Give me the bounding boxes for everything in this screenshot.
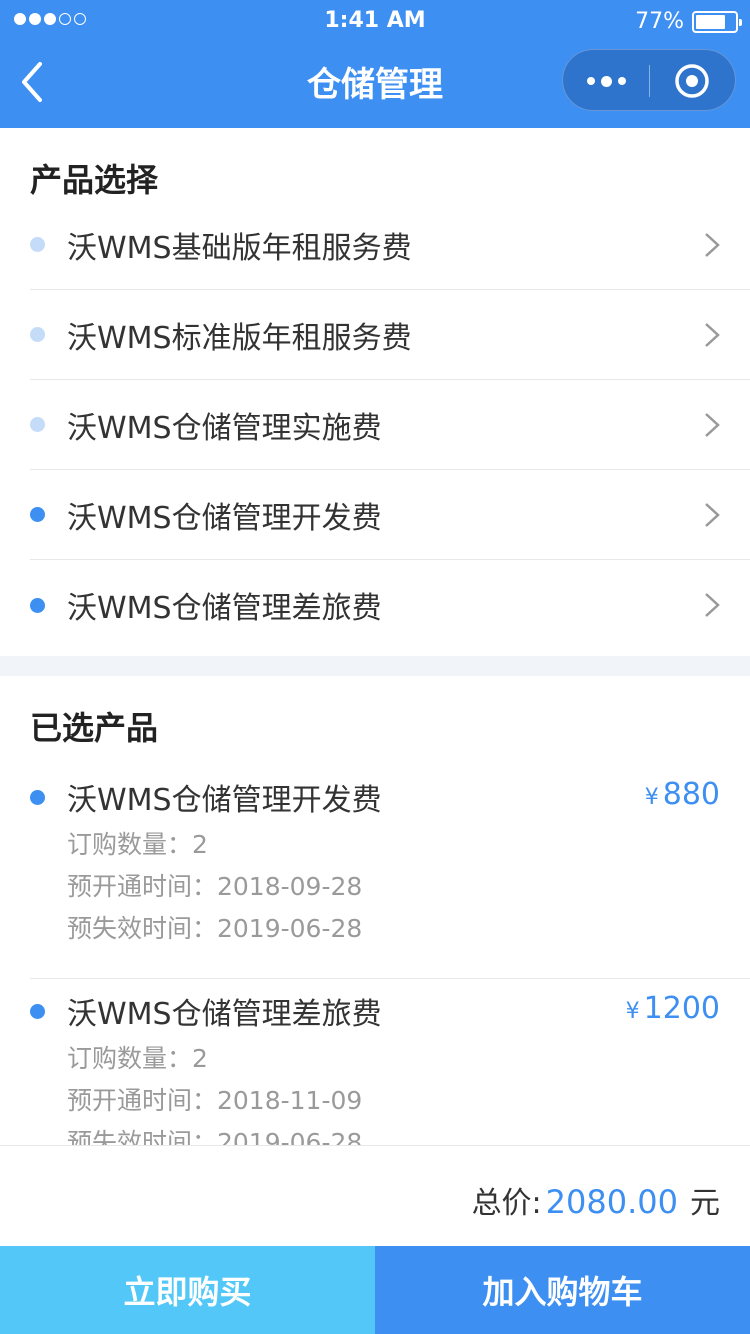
open-time: 预开通时间：2018-11-09 bbox=[67, 1086, 363, 1115]
chevron-right-icon bbox=[705, 323, 720, 347]
more-dot-icon bbox=[617, 77, 626, 85]
product-name: 沃WMS仓储管理实施费 bbox=[67, 410, 382, 446]
section-divider bbox=[0, 656, 750, 676]
bullet-dot bbox=[30, 789, 45, 805]
total-bar: 总价: 2080.00 元 bbox=[0, 1145, 750, 1246]
product-select-heading: 产品选择 bbox=[30, 161, 159, 199]
bullet-dot bbox=[30, 327, 45, 342]
selected-item[interactable]: 沃WMS仓储管理差旅费 ¥1200 订购数量：2 预开通时间：2018-11-0… bbox=[30, 979, 750, 1145]
product-name: 沃WMS仓储管理差旅费 bbox=[67, 591, 382, 626]
currency-symbol: ¥ bbox=[644, 785, 659, 810]
product-item[interactable]: 沃WMS仓储管理实施费 bbox=[30, 380, 750, 470]
bullet-dot bbox=[30, 507, 45, 522]
bullet-dot bbox=[30, 1003, 45, 1019]
product-name: 沃WMS仓储管理开发费 bbox=[67, 500, 382, 536]
total-price: 总价: 2080.00 元 bbox=[472, 1178, 720, 1222]
expire-time: 预失效时间：2019-06-28 bbox=[67, 914, 363, 943]
selected-price: ¥1200 bbox=[626, 991, 720, 1026]
currency-symbol: ¥ bbox=[625, 999, 640, 1024]
total-amount: 2080.00 bbox=[545, 1183, 678, 1221]
open-time: 预开通时间：2018-09-28 bbox=[67, 872, 363, 901]
product-item[interactable]: 沃WMS标准版年租服务费 bbox=[30, 290, 750, 380]
status-bar: 1:41 AM 77% bbox=[0, 0, 750, 40]
expire-time: 预失效时间：2019-06-28 bbox=[67, 1128, 363, 1145]
buy-now-button[interactable]: 立即购买 bbox=[0, 1246, 375, 1334]
product-item[interactable]: 沃WMS仓储管理差旅费 bbox=[30, 560, 750, 650]
selected-price: ¥880 bbox=[645, 777, 720, 812]
product-item[interactable]: 沃WMS基础版年租服务费 bbox=[30, 200, 750, 290]
product-name: 沃WMS标准版年租服务费 bbox=[67, 320, 412, 356]
battery-icon bbox=[692, 10, 742, 33]
target-icon bbox=[675, 64, 709, 98]
chevron-right-icon bbox=[705, 593, 720, 617]
close-program-button[interactable] bbox=[649, 50, 735, 112]
order-quantity: 订购数量：2 bbox=[67, 830, 208, 859]
bullet-dot bbox=[30, 417, 45, 432]
selected-item[interactable]: 沃WMS仓储管理开发费 ¥880 订购数量：2 预开通时间：2018-09-28… bbox=[30, 765, 750, 979]
product-name: 沃WMS基础版年租服务费 bbox=[67, 230, 412, 266]
bullet-dot bbox=[30, 597, 45, 613]
more-dot-icon bbox=[600, 75, 612, 87]
total-unit: 元 bbox=[690, 1186, 720, 1221]
total-label: 总价: bbox=[471, 1186, 542, 1221]
chevron-right-icon bbox=[705, 413, 720, 437]
order-quantity: 订购数量：2 bbox=[67, 1044, 208, 1073]
chevron-right-icon bbox=[705, 233, 720, 257]
selected-heading: 已选产品 bbox=[30, 709, 159, 747]
price-value: 1200 bbox=[643, 991, 720, 1026]
selected-product-name: 沃WMS仓储管理差旅费 bbox=[67, 997, 382, 1032]
mini-program-capsule bbox=[562, 49, 736, 111]
price-value: 880 bbox=[662, 777, 720, 812]
nav-header: 1:41 AM 77% 仓储管理 bbox=[0, 0, 750, 128]
add-to-cart-button[interactable]: 加入购物车 bbox=[375, 1246, 750, 1334]
bullet-dot bbox=[30, 237, 45, 252]
more-button[interactable] bbox=[563, 50, 649, 112]
product-item[interactable]: 沃WMS仓储管理开发费 bbox=[30, 470, 750, 560]
selected-product-name: 沃WMS仓储管理开发费 bbox=[67, 783, 382, 818]
chevron-right-icon bbox=[705, 503, 720, 527]
battery-percent: 77% bbox=[635, 9, 684, 34]
selected-product-list: 沃WMS仓储管理开发费 ¥880 订购数量：2 预开通时间：2018-09-28… bbox=[30, 765, 750, 1145]
more-dot-icon bbox=[586, 77, 595, 85]
product-list: 沃WMS基础版年租服务费 沃WMS标准版年租服务费 沃WMS仓储管理实施费 沃W… bbox=[30, 200, 750, 650]
